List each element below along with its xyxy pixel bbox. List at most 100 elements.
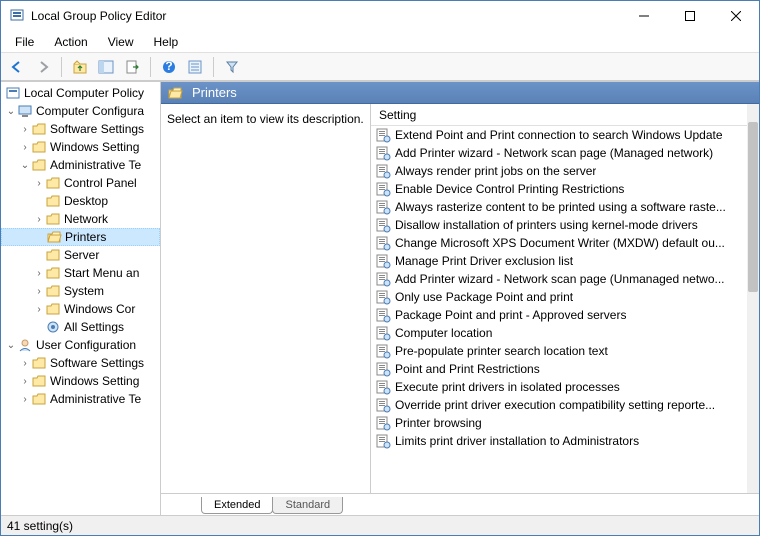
policy-item-icon	[375, 307, 391, 323]
policy-icon	[5, 85, 21, 101]
tree-all-settings[interactable]: All Settings	[1, 318, 160, 336]
tree-uc-windows[interactable]: ›Windows Setting	[1, 372, 160, 390]
view-tabs: Extended Standard	[161, 493, 759, 515]
setting-row[interactable]: Point and Print Restrictions	[371, 360, 747, 378]
setting-label: Package Point and print - Approved serve…	[395, 308, 626, 322]
menu-help[interactable]: Help	[144, 33, 189, 51]
description-text: Select an item to view its description.	[167, 112, 364, 126]
tree-cc-software[interactable]: ›Software Settings	[1, 120, 160, 138]
setting-row[interactable]: Override print driver execution compatib…	[371, 396, 747, 414]
tree-user-config[interactable]: ⌄User Configuration	[1, 336, 160, 354]
forward-button[interactable]	[31, 55, 55, 79]
tree-desktop[interactable]: Desktop	[1, 192, 160, 210]
setting-row[interactable]: Extend Point and Print connection to sea…	[371, 126, 747, 144]
vertical-scrollbar[interactable]	[747, 104, 759, 493]
policy-item-icon	[375, 181, 391, 197]
setting-row[interactable]: Always rasterize content to be printed u…	[371, 198, 747, 216]
policy-item-icon	[375, 379, 391, 395]
tree-server[interactable]: Server	[1, 246, 160, 264]
tree-panel[interactable]: Local Computer Policy ⌄Computer Configur…	[1, 82, 161, 515]
policy-item-icon	[375, 397, 391, 413]
close-button[interactable]	[713, 1, 759, 31]
tree-windows-components[interactable]: ›Windows Cor	[1, 300, 160, 318]
setting-label: Manage Print Driver exclusion list	[395, 254, 573, 268]
policy-item-icon	[375, 127, 391, 143]
tree-cc-admin[interactable]: ⌄Administrative Te	[1, 156, 160, 174]
expand-icon[interactable]: ›	[19, 124, 31, 135]
expand-icon[interactable]: ›	[33, 286, 45, 297]
expand-icon[interactable]: ›	[33, 214, 45, 225]
details-title: Printers	[192, 85, 237, 100]
tree-root[interactable]: Local Computer Policy	[1, 84, 160, 102]
setting-row[interactable]: Printer browsing	[371, 414, 747, 432]
tree-uc-software[interactable]: ›Software Settings	[1, 354, 160, 372]
column-header-setting[interactable]: Setting	[371, 104, 759, 126]
up-button[interactable]	[68, 55, 92, 79]
toolbar-separator	[213, 57, 214, 77]
expand-icon[interactable]: ›	[33, 304, 45, 315]
tree-start-menu[interactable]: ›Start Menu an	[1, 264, 160, 282]
tree-system[interactable]: ›System	[1, 282, 160, 300]
window-title: Local Group Policy Editor	[31, 9, 621, 23]
settings-list[interactable]: Extend Point and Print connection to sea…	[371, 126, 747, 493]
tree-control-panel[interactable]: ›Control Panel	[1, 174, 160, 192]
menu-action[interactable]: Action	[44, 33, 97, 51]
collapse-icon[interactable]: ⌄	[19, 160, 31, 171]
help-button[interactable]: ?	[157, 55, 181, 79]
setting-label: Execute print drivers in isolated proces…	[395, 380, 620, 394]
setting-row[interactable]: Execute print drivers in isolated proces…	[371, 378, 747, 396]
setting-row[interactable]: Limits print driver installation to Admi…	[371, 432, 747, 450]
svg-text:?: ?	[165, 59, 172, 73]
setting-row[interactable]: Enable Device Control Printing Restricti…	[371, 180, 747, 198]
expand-icon[interactable]: ›	[33, 178, 45, 189]
status-bar: 41 setting(s)	[1, 515, 759, 535]
policy-item-icon	[375, 325, 391, 341]
back-button[interactable]	[5, 55, 29, 79]
setting-row[interactable]: Package Point and print - Approved serve…	[371, 306, 747, 324]
settings-list-pane: Setting Extend Point and Print connectio…	[371, 104, 759, 493]
setting-label: Add Printer wizard - Network scan page (…	[395, 146, 713, 160]
tab-extended[interactable]: Extended	[201, 497, 273, 514]
expand-icon[interactable]: ›	[33, 268, 45, 279]
folder-icon	[45, 175, 61, 191]
minimize-button[interactable]	[621, 1, 667, 31]
collapse-icon[interactable]: ⌄	[5, 340, 17, 351]
computer-icon	[17, 103, 33, 119]
tree-cc-windows[interactable]: ›Windows Setting	[1, 138, 160, 156]
filter-button[interactable]	[220, 55, 244, 79]
export-list-button[interactable]	[120, 55, 144, 79]
tree-uc-admin[interactable]: ›Administrative Te	[1, 390, 160, 408]
show-hide-tree-button[interactable]	[94, 55, 118, 79]
tree-network[interactable]: ›Network	[1, 210, 160, 228]
expand-icon[interactable]: ›	[19, 394, 31, 405]
tab-standard[interactable]: Standard	[272, 497, 343, 514]
setting-row[interactable]: Always render print jobs on the server	[371, 162, 747, 180]
scrollbar-thumb[interactable]	[748, 122, 758, 292]
toolbar-separator	[150, 57, 151, 77]
settings-icon	[45, 319, 61, 335]
policy-item-icon	[375, 289, 391, 305]
setting-row[interactable]: Only use Package Point and print	[371, 288, 747, 306]
setting-row[interactable]: Change Microsoft XPS Document Writer (MX…	[371, 234, 747, 252]
expand-icon[interactable]: ›	[19, 376, 31, 387]
folder-icon	[45, 283, 61, 299]
setting-row[interactable]: Computer location	[371, 324, 747, 342]
properties-button[interactable]	[183, 55, 207, 79]
setting-row[interactable]: Pre-populate printer search location tex…	[371, 342, 747, 360]
setting-row[interactable]: Add Printer wizard - Network scan page (…	[371, 144, 747, 162]
expand-icon[interactable]: ›	[19, 142, 31, 153]
tree-computer-config[interactable]: ⌄Computer Configura	[1, 102, 160, 120]
setting-row[interactable]: Manage Print Driver exclusion list	[371, 252, 747, 270]
folder-icon	[31, 157, 47, 173]
setting-label: Enable Device Control Printing Restricti…	[395, 182, 624, 196]
tree-printers[interactable]: Printers	[1, 228, 160, 246]
collapse-icon[interactable]: ⌄	[5, 106, 17, 117]
setting-row[interactable]: Disallow installation of printers using …	[371, 216, 747, 234]
menu-view[interactable]: View	[98, 33, 144, 51]
setting-row[interactable]: Add Printer wizard - Network scan page (…	[371, 270, 747, 288]
maximize-button[interactable]	[667, 1, 713, 31]
menu-file[interactable]: File	[5, 33, 44, 51]
setting-label: Printer browsing	[395, 416, 482, 430]
folder-icon	[45, 211, 61, 227]
expand-icon[interactable]: ›	[19, 358, 31, 369]
